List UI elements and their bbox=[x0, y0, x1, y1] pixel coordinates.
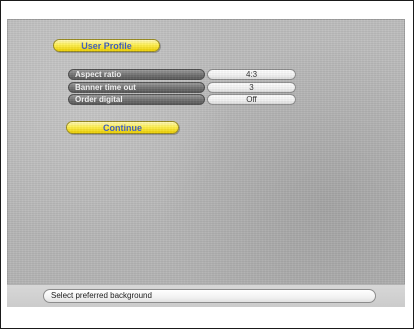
setting-value[interactable]: 3 bbox=[207, 82, 296, 93]
setting-value[interactable]: Off bbox=[207, 94, 296, 105]
setting-row-aspect-ratio[interactable]: Aspect ratio 4:3 bbox=[68, 69, 296, 80]
setting-row-order-digital[interactable]: Order digital Off bbox=[68, 94, 296, 105]
tv-frame: User Profile Aspect ratio 4:3 Banner tim… bbox=[0, 0, 414, 329]
menu-screen: User Profile Aspect ratio 4:3 Banner tim… bbox=[7, 19, 405, 285]
bottom-strip bbox=[7, 307, 405, 322]
page-title: User Profile bbox=[53, 39, 160, 52]
setting-row-banner-time-out[interactable]: Banner time out 3 bbox=[68, 82, 296, 93]
status-bar: Select preferred background bbox=[7, 284, 405, 308]
status-hint: Select preferred background bbox=[43, 289, 376, 303]
continue-button[interactable]: Continue bbox=[66, 121, 179, 134]
setting-value[interactable]: 4:3 bbox=[207, 69, 296, 80]
setting-label: Banner time out bbox=[68, 82, 205, 93]
setting-label: Aspect ratio bbox=[68, 69, 205, 80]
setting-label: Order digital bbox=[68, 94, 205, 105]
